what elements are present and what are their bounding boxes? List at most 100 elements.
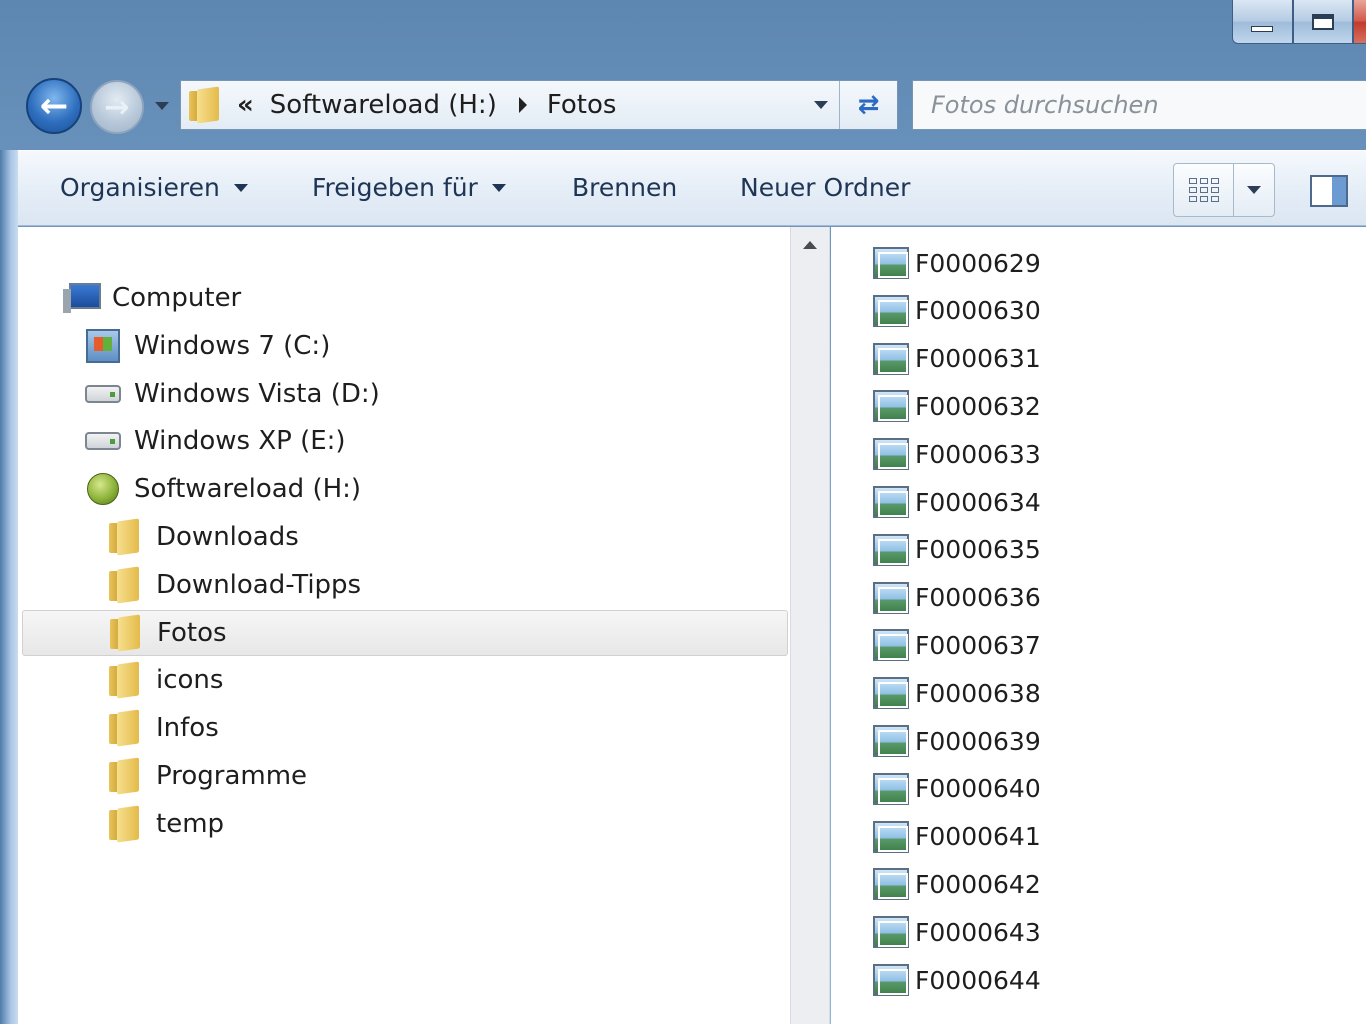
search-input[interactable] [931, 91, 1366, 119]
recent-pages-button[interactable] [150, 96, 174, 116]
maximize-button[interactable] [1292, 0, 1354, 44]
search-box[interactable] [912, 80, 1366, 130]
tree-item[interactable]: Windows XP (E:) [84, 418, 346, 464]
tree-item-label: Windows 7 (C:) [134, 330, 331, 361]
tree-item-label: Computer [112, 283, 242, 313]
change-view-button[interactable] [1173, 163, 1275, 217]
tree-item[interactable]: Windows 7 (C:) [84, 323, 330, 369]
file-item[interactable]: F0000644 [873, 958, 1041, 1002]
image-file-icon [873, 390, 909, 423]
image-file-icon [873, 342, 909, 375]
tree-item[interactable]: Windows Vista (D:) [84, 371, 380, 417]
file-item[interactable]: F0000635 [873, 528, 1041, 572]
view-toggle[interactable] [1174, 164, 1234, 216]
tree-item[interactable]: Infos [106, 705, 219, 751]
image-file-icon [873, 677, 909, 710]
file-name: F0000632 [915, 391, 1041, 421]
windows-drive-icon [84, 327, 122, 365]
tree-item[interactable]: Programme [106, 753, 307, 799]
tree-item[interactable]: temp [106, 801, 224, 847]
tree-item[interactable]: Fotos [22, 609, 788, 656]
image-file-icon [873, 868, 909, 901]
folder-icon [106, 709, 144, 747]
file-name: F0000642 [915, 869, 1041, 899]
breadcrumb-separator-icon[interactable] [518, 97, 527, 113]
file-item[interactable]: F0000638 [873, 671, 1041, 715]
tree-item[interactable]: Downloads [106, 514, 299, 560]
file-name: F0000633 [915, 439, 1041, 469]
caption-buttons [1232, 0, 1366, 46]
preview-pane-button[interactable] [1310, 175, 1348, 207]
share-button[interactable]: Freigeben für [312, 173, 506, 202]
file-item[interactable]: F0000632 [873, 384, 1041, 428]
file-item[interactable]: F0000637 [873, 623, 1041, 667]
apple-drive-icon [84, 470, 122, 508]
file-name: F0000639 [915, 726, 1041, 756]
file-item[interactable]: F0000636 [873, 576, 1041, 620]
refresh-icon: ⇄ [857, 90, 880, 120]
file-item[interactable]: F0000634 [873, 480, 1041, 524]
folder-icon [106, 805, 144, 843]
tree-item-label: icons [156, 665, 224, 696]
computer-icon [62, 279, 101, 317]
file-name: F0000637 [915, 630, 1041, 660]
chevron-down-icon [155, 102, 169, 110]
file-name: F0000641 [915, 822, 1041, 852]
folder-icon [189, 88, 221, 122]
image-file-icon [873, 772, 909, 805]
tree-item-label: Fotos [157, 617, 227, 648]
image-file-icon [873, 916, 909, 949]
organize-button[interactable]: Organisieren [60, 173, 248, 202]
tree-item-label: Infos [156, 713, 219, 744]
file-item[interactable]: F0000639 [873, 719, 1041, 763]
close-button[interactable] [1353, 0, 1366, 44]
file-name: F0000631 [915, 344, 1041, 374]
tree-item-label: Windows Vista (D:) [134, 378, 380, 409]
breadcrumb-overflow[interactable]: « [237, 90, 254, 120]
file-item[interactable]: F0000631 [873, 337, 1041, 381]
file-item[interactable]: F0000641 [873, 815, 1041, 859]
file-item[interactable]: F0000640 [873, 767, 1041, 811]
file-item[interactable]: F0000630 [873, 289, 1041, 333]
forward-button[interactable]: → [90, 80, 144, 134]
folder-icon [106, 566, 144, 604]
share-label: Freigeben für [312, 173, 478, 202]
address-bar[interactable]: « Softwareload (H:) Fotos ⇄ [180, 80, 898, 130]
scrollbar[interactable] [790, 227, 830, 1024]
scroll-up-icon[interactable] [803, 241, 817, 249]
file-item[interactable]: F0000643 [873, 910, 1041, 954]
tree-item[interactable]: icons [106, 657, 223, 703]
image-file-icon [873, 820, 909, 853]
arrow-left-icon: ← [39, 86, 69, 126]
chevron-down-icon [491, 183, 506, 192]
tree-item-label: Windows XP (E:) [134, 426, 346, 457]
file-name: F0000640 [915, 774, 1041, 804]
view-menu-button[interactable] [1234, 164, 1274, 216]
tree-item[interactable]: Softwareload (H:) [84, 466, 361, 512]
minimize-button[interactable] [1232, 0, 1293, 44]
refresh-button[interactable]: ⇄ [839, 81, 897, 129]
image-file-icon [873, 581, 909, 614]
window-border-left [0, 150, 18, 1024]
address-dropdown-button[interactable] [805, 81, 837, 129]
tree-item-label: temp [156, 808, 225, 839]
tree-item-label: Downloads [156, 522, 299, 552]
tree-item[interactable]: Download-Tipps [106, 562, 361, 608]
back-button[interactable]: ← [26, 78, 82, 134]
breadcrumb-segment[interactable]: Fotos [547, 90, 617, 120]
file-name: F0000644 [915, 965, 1041, 995]
file-item[interactable]: F0000629 [873, 241, 1041, 285]
image-file-icon [873, 964, 909, 996]
organize-label: Organisieren [60, 173, 220, 202]
burn-button[interactable]: Brennen [572, 173, 677, 202]
image-file-icon [873, 294, 909, 327]
tree-item[interactable]: Computer [62, 275, 241, 321]
tree-item-label: Programme [156, 761, 308, 791]
file-name: F0000635 [915, 535, 1041, 565]
new-folder-button[interactable]: Neuer Ordner [740, 173, 910, 202]
file-name: F0000643 [915, 917, 1041, 947]
image-file-icon [873, 247, 909, 279]
file-item[interactable]: F0000633 [873, 432, 1041, 476]
file-item[interactable]: F0000642 [873, 862, 1041, 906]
breadcrumb-segment[interactable]: Softwareload (H:) [270, 90, 497, 120]
